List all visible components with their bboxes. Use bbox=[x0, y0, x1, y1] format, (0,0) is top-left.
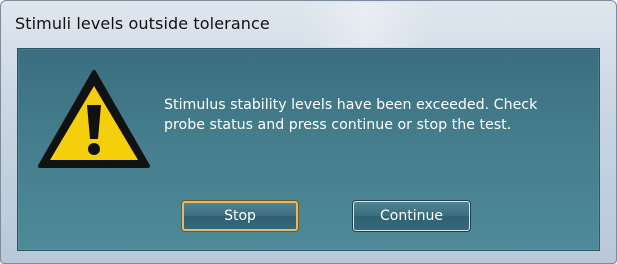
warning-triangle-icon bbox=[38, 70, 150, 168]
continue-button[interactable]: Continue bbox=[353, 201, 470, 231]
dialog-message: Stimulus stability levels have been exce… bbox=[164, 97, 538, 133]
window-title: Stimuli levels outside tolerance bbox=[15, 14, 270, 33]
title-bar[interactable]: Stimuli levels outside tolerance bbox=[1, 1, 616, 47]
stop-button[interactable]: Stop bbox=[182, 201, 298, 231]
dialog-window: Stimuli levels outside tolerance Stimulu… bbox=[0, 0, 617, 264]
dialog-content: Stimulus stability levels have been exce… bbox=[17, 48, 600, 251]
